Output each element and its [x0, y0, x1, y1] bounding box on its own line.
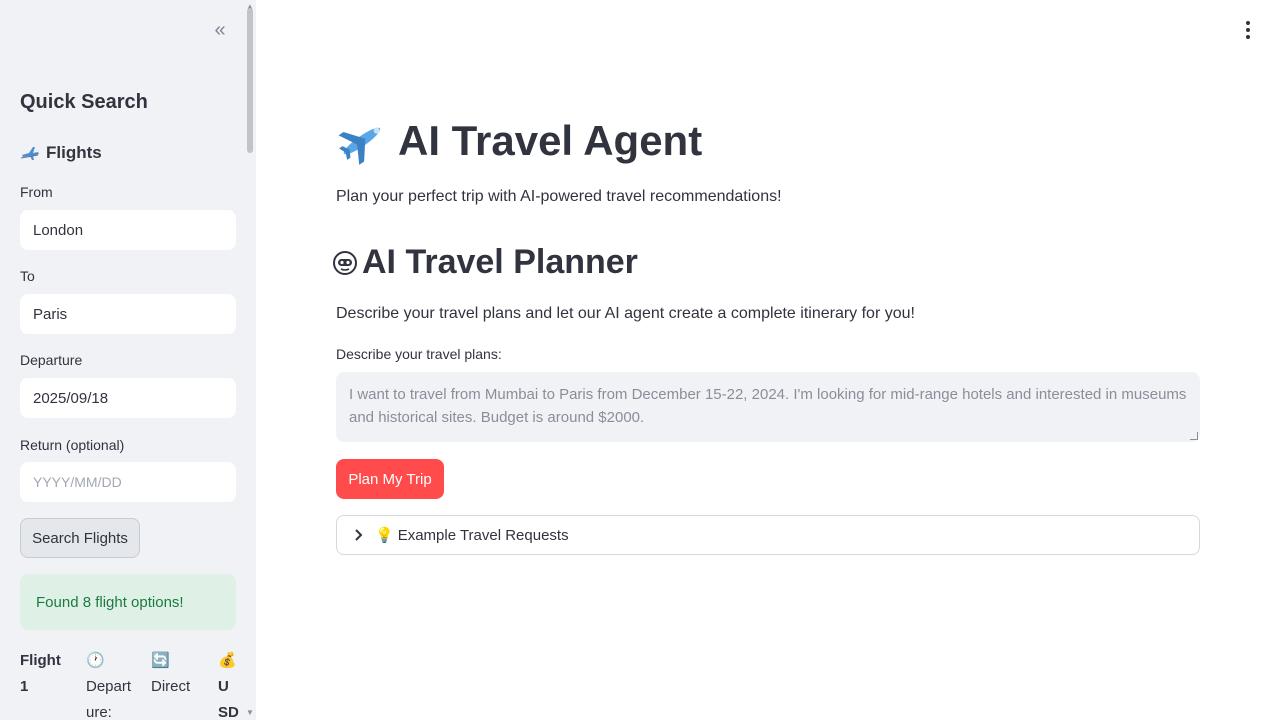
airplane-icon	[20, 147, 39, 160]
page-title-text: AI Travel Agent	[398, 117, 703, 164]
page-title: AI Travel Agent	[336, 115, 702, 167]
sidebar-scrollbar[interactable]	[247, 8, 253, 153]
flights-heading-label: Flights	[46, 143, 102, 162]
planner-description: Describe your travel plans and let our A…	[336, 305, 915, 322]
expander-label: Example Travel Requests	[397, 526, 569, 544]
sidebar-title: Quick Search	[20, 91, 148, 113]
textarea-placeholder: I want to travel from Mumbai to Paris fr…	[349, 386, 1187, 426]
resize-handle-icon[interactable]	[1190, 432, 1198, 440]
flight-card: Flight 1 🕐 Depart ure: 🔄 Direct 💰 U SD	[20, 648, 239, 720]
flight-number: Flight 1	[20, 652, 61, 695]
scroll-down-arrow-icon[interactable]: ▼	[245, 708, 255, 718]
plan-my-trip-button[interactable]: Plan My Trip	[336, 459, 444, 499]
planner-heading: AI Travel Planner	[332, 243, 638, 282]
sidebar: « ▲ ▼ Quick Search Flights From London T…	[0, 0, 256, 720]
travel-plans-label: Describe your travel plans:	[336, 346, 502, 362]
travel-plans-textarea[interactable]: I want to travel from Mumbai to Paris fr…	[336, 372, 1200, 442]
to-input[interactable]: Paris	[20, 294, 236, 334]
example-requests-expander[interactable]: 💡 Example Travel Requests	[336, 515, 1200, 555]
lightbulb-icon: 💡	[375, 527, 394, 544]
departure-label: Departure	[20, 352, 83, 368]
from-label: From	[20, 184, 53, 200]
success-alert: Found 8 flight options!	[20, 574, 236, 630]
page-subtitle: Plan your perfect trip with AI-powered t…	[336, 188, 782, 205]
chevron-right-icon	[353, 529, 365, 541]
flights-heading: Flights	[20, 143, 102, 163]
planner-heading-text: AI Travel Planner	[362, 243, 638, 281]
success-message: Found 8 flight options!	[36, 593, 184, 611]
return-date-input[interactable]: YYYY/MM/DD	[20, 462, 236, 502]
search-flights-button[interactable]: Search Flights	[20, 518, 140, 558]
to-label: To	[20, 268, 35, 284]
main-menu-icon[interactable]	[1238, 18, 1258, 42]
clock-icon: 🕐	[86, 652, 105, 669]
flight-stops: 🔄 Direct	[151, 652, 191, 695]
repeat-icon: 🔄	[151, 652, 170, 669]
robot-icon	[333, 250, 357, 275]
departure-date-input[interactable]: 2025/09/18	[20, 378, 236, 418]
from-input[interactable]: London	[20, 210, 236, 250]
flight-price: 💰 U SD	[218, 652, 239, 720]
money-bag-icon: 💰	[218, 652, 237, 669]
airplane-icon	[338, 127, 381, 165]
flight-departure: 🕐 Depart ure:	[86, 652, 132, 720]
collapse-sidebar-icon[interactable]: «	[208, 18, 232, 42]
return-label: Return (optional)	[20, 437, 125, 453]
